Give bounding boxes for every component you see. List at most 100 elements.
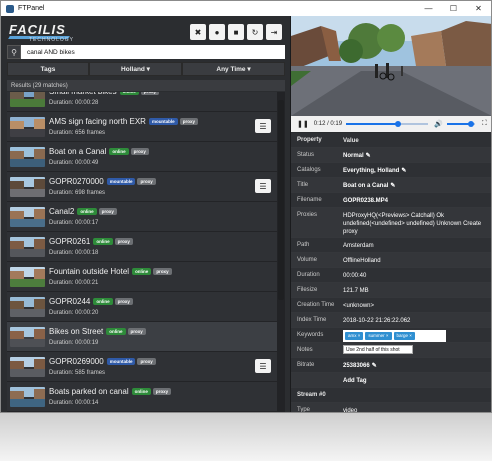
- online-badge: online: [109, 148, 129, 156]
- item-menu-button[interactable]: ☰: [255, 179, 271, 193]
- property-row: Creation Time <unknown>: [291, 298, 491, 313]
- refresh-icon[interactable]: ↻: [247, 24, 263, 40]
- video-progress-bar[interactable]: [346, 121, 429, 127]
- list-item[interactable]: GOPR0269000 mountable proxy Duration: 585 f…: [7, 352, 277, 382]
- video-preview[interactable]: [291, 16, 491, 116]
- list-item[interactable]: GOPR0270000 mountable proxy Duration: 698 f…: [7, 172, 277, 202]
- property-value-text: 2018-10-22 21:26:22.062: [343, 318, 411, 324]
- item-badges: onlineproxy: [119, 92, 162, 96]
- thumbnail-image[interactable]: [10, 147, 45, 167]
- volume-slider[interactable]: [446, 121, 475, 127]
- keywords-input[interactable]: amx × summer × barge ×: [343, 330, 446, 342]
- volume-icon[interactable]: 🔊: [434, 120, 443, 128]
- video-timecode: 0:12 / 0:19: [313, 121, 343, 127]
- proxy-badge: proxy: [130, 148, 149, 156]
- property-value-text: HDProxyHQ(<Previews> Catchall) Ok undefi…: [343, 213, 482, 235]
- list-item[interactable]: Boats parked on canal online proxy Duration…: [7, 382, 277, 412]
- item-menu-button[interactable]: ☰: [255, 359, 271, 373]
- property-row: Stream #0: [291, 388, 491, 403]
- item-title: Canal2: [49, 207, 75, 216]
- item-menu-button[interactable]: ☰: [255, 119, 271, 133]
- keyword-tag[interactable]: amx ×: [345, 332, 364, 340]
- property-row: Title Boat on a Canal ✎: [291, 178, 491, 193]
- proxy-badge: proxy: [127, 328, 146, 336]
- item-badges: onlineproxy: [93, 298, 135, 306]
- results-list: Small market bikesonlineproxyDuration: 0…: [7, 92, 277, 412]
- list-item[interactable]: GOPR0244 online proxy Duration: 00:00:20: [7, 292, 277, 322]
- property-value-text: <unknown>: [343, 303, 375, 309]
- property-value-text: Add Tag: [343, 378, 367, 384]
- search-row: ⚲: [7, 45, 285, 59]
- property-row: Duration 00:00:40: [291, 268, 491, 283]
- item-duration: Duration: 00:00:14: [49, 400, 99, 406]
- keyword-tag[interactable]: summer ×: [365, 332, 392, 340]
- add-tag-button[interactable]: Add Tag: [343, 377, 488, 385]
- edit-icon[interactable]: ✎: [366, 153, 371, 159]
- minus-circle-icon[interactable]: ●: [209, 24, 225, 40]
- stop-circle-icon[interactable]: ■: [228, 24, 244, 40]
- property-value: Everything, Holland ✎: [343, 167, 488, 175]
- pause-icon[interactable]: ❚❚: [297, 120, 309, 128]
- close-circle-icon[interactable]: ✖: [190, 24, 206, 40]
- item-title-line: GOPR0244 online proxy: [49, 297, 135, 306]
- property-row: Type video: [291, 403, 491, 412]
- results-scrollbar[interactable]: [277, 92, 285, 412]
- search-input[interactable]: [21, 45, 285, 59]
- property-row: Proxies HDProxyHQ(<Previews> Catchall) Ok…: [291, 208, 491, 238]
- tags-filter-button[interactable]: Tags: [7, 62, 89, 76]
- volume-knob[interactable]: [467, 121, 474, 127]
- time-filter-button[interactable]: Any Time ▾: [182, 62, 285, 76]
- search-icon[interactable]: ⚲: [7, 45, 21, 59]
- keyword-tag[interactable]: barge ×: [393, 332, 415, 340]
- progress-knob[interactable]: [394, 121, 401, 127]
- fullscreen-icon[interactable]: ⛶: [482, 120, 487, 128]
- item-title: GOPR0261: [49, 237, 91, 246]
- edit-icon[interactable]: ✎: [390, 183, 395, 189]
- properties-table: Property Value Status Normal ✎ Catalogs Ever…: [291, 133, 491, 412]
- close-icon[interactable]: ✕: [466, 4, 491, 13]
- mountable-badge: mountable: [106, 178, 136, 186]
- notes-field[interactable]: Use 2nd half of this shot: [343, 345, 413, 354]
- property-key: Proxies: [297, 212, 318, 218]
- proxy-badge: proxy: [179, 118, 198, 126]
- property-row: Notes Use 2nd half of this shot: [291, 343, 491, 358]
- sign-out-icon[interactable]: ⇥: [266, 24, 282, 40]
- list-item[interactable]: Small market bikesonlineproxy Duration: 0…: [7, 92, 277, 112]
- edit-icon[interactable]: ✎: [401, 168, 406, 174]
- list-item[interactable]: Boat on a Canal online proxy Duration: 00:0…: [7, 142, 277, 172]
- thumbnail-image[interactable]: [10, 237, 45, 257]
- proxy-badge: proxy: [137, 178, 156, 186]
- property-value-text: GOPR0238.MP4: [343, 198, 389, 204]
- item-title: GOPR0269000: [49, 357, 104, 366]
- list-item[interactable]: Bikes on Street online proxy Duration: 00:0…: [7, 322, 277, 352]
- location-filter-button[interactable]: Holland ▾: [89, 62, 182, 76]
- item-title-line: Canal2 online proxy: [49, 207, 119, 216]
- item-duration: Duration: 00:00:18: [49, 250, 99, 256]
- property-value-text: 25383066: [343, 363, 370, 369]
- thumbnail-image[interactable]: [10, 117, 45, 137]
- window-shadow: [0, 413, 492, 461]
- list-item[interactable]: Fountain outside Hotel online proxy Duratio…: [7, 262, 277, 292]
- property-key: Status: [297, 152, 315, 158]
- thumbnail-image[interactable]: [10, 297, 45, 317]
- thumbnail-image[interactable]: [10, 177, 45, 197]
- list-item[interactable]: AMS sign facing north EXR mountable proxy D…: [7, 112, 277, 142]
- item-duration: Duration: 00:00:20: [49, 310, 99, 316]
- scrollbar-thumb[interactable]: [278, 100, 284, 300]
- list-item[interactable]: GOPR0261 online proxy Duration: 00:00:18: [7, 232, 277, 262]
- item-duration: Duration: 698 frames: [49, 190, 106, 196]
- property-key: Bitrate: [297, 362, 315, 368]
- thumbnail-image[interactable]: [10, 327, 45, 347]
- thumbnail-image[interactable]: [10, 207, 45, 227]
- list-item[interactable]: Canal2 online proxy Duration: 00:00:17: [7, 202, 277, 232]
- thumbnail-image[interactable]: [10, 357, 45, 377]
- thumbnail-image[interactable]: [10, 387, 45, 407]
- edit-icon[interactable]: ✎: [372, 363, 377, 369]
- thumbnail-image[interactable]: [10, 267, 45, 287]
- item-title-line: GOPR0261 online proxy: [49, 237, 135, 246]
- thumbnail-image[interactable]: [10, 92, 45, 107]
- maximize-icon[interactable]: ☐: [441, 4, 466, 13]
- online-badge: online: [77, 208, 97, 216]
- results-header: Results (29 matches): [7, 80, 285, 91]
- minimize-icon[interactable]: —: [416, 4, 441, 13]
